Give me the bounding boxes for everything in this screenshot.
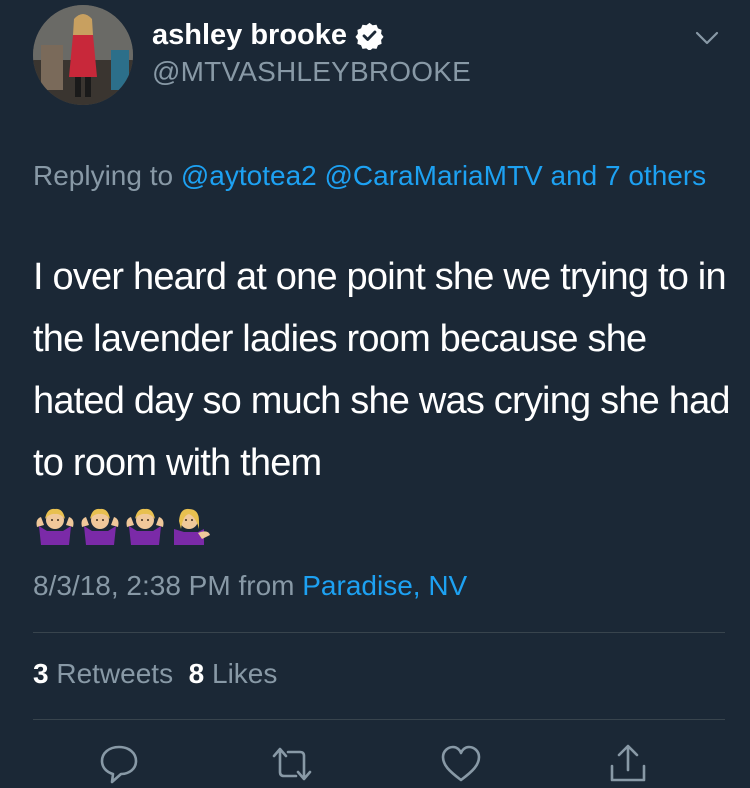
retweets-count: 3 xyxy=(33,658,49,689)
retweets-stat[interactable]: 3 Retweets xyxy=(33,658,173,689)
like-icon[interactable] xyxy=(439,742,483,786)
display-name-text: ashley brooke xyxy=(152,19,348,51)
user-handle[interactable]: @MTVASHLEYBROOKE xyxy=(152,56,471,88)
mention-aytotea2[interactable]: @aytotea2 xyxy=(181,160,317,191)
replying-to-others-link[interactable]: and 7 others xyxy=(551,160,707,191)
person-shrugging-emoji xyxy=(81,508,119,545)
reply-icon[interactable] xyxy=(97,742,141,786)
mention-caramariamtv[interactable]: @CaraMariaMTV xyxy=(325,160,543,191)
share-icon[interactable] xyxy=(606,742,650,786)
divider xyxy=(33,719,725,720)
retweet-icon[interactable] xyxy=(270,742,314,786)
divider xyxy=(33,632,725,633)
avatar-photo xyxy=(33,5,133,105)
replying-to-prefix: Replying to xyxy=(33,160,181,191)
person-shrugging-emoji xyxy=(36,508,74,545)
location-link[interactable]: Paradise, NV xyxy=(302,570,467,601)
replying-to: Replying to @aytotea2 @CaraMariaMTV and … xyxy=(33,154,723,198)
likes-label: Likes xyxy=(212,658,278,689)
from-label: from xyxy=(238,570,295,601)
retweets-label: Retweets xyxy=(56,658,174,689)
person-shrugging-emoji xyxy=(126,508,164,545)
tweet-stats: 3 Retweets 8 Likes xyxy=(33,658,277,690)
tweet-text: I over heard at one point she we trying … xyxy=(33,256,731,484)
person-tipping-hand-emoji xyxy=(174,508,210,545)
display-name[interactable]: ashley brooke xyxy=(152,19,384,52)
avatar[interactable] xyxy=(33,5,133,105)
timestamp: 8/3/18, 2:38 PM xyxy=(33,570,231,601)
verified-badge-icon xyxy=(355,22,384,50)
likes-count: 8 xyxy=(188,658,205,689)
emoji-row xyxy=(33,505,213,545)
tweet-meta: 8/3/18, 2:38 PM from Paradise, NV xyxy=(33,570,467,602)
chevron-down-icon[interactable] xyxy=(694,28,720,48)
likes-stat[interactable]: 8 Likes xyxy=(189,658,278,689)
